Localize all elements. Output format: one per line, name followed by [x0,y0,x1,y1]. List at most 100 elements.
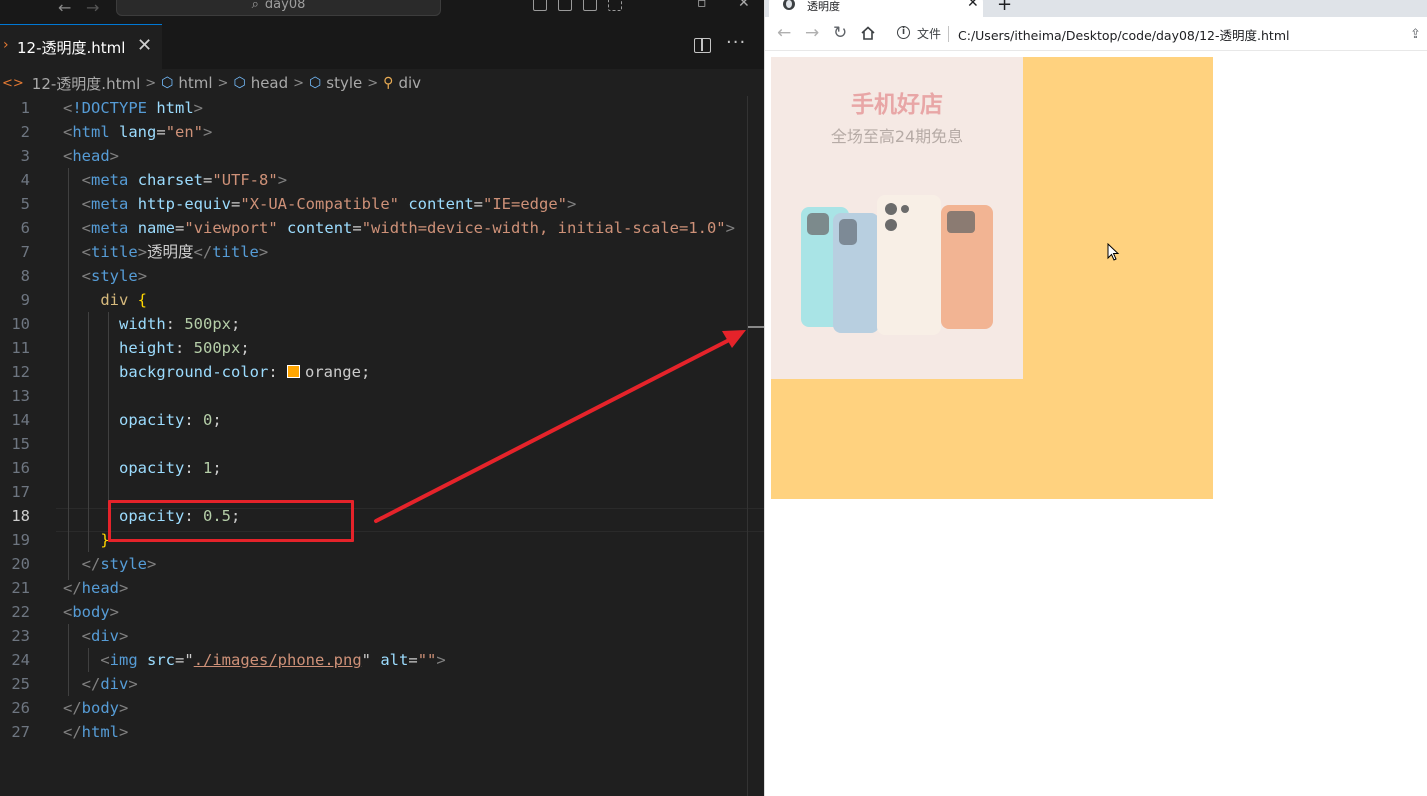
code-editor[interactable]: 1 <!DOCTYPE html> 2 <html lang="en"> 3 <hea… [0,96,764,796]
split-editor-icon[interactable] [694,38,711,53]
css-property: opacity [119,411,185,429]
more-actions-icon[interactable]: ··· [726,32,746,53]
element-icon: ⬡ [161,75,174,91]
code-line: 13 [0,384,764,408]
tab-label: 12-透明度.html [17,39,126,57]
line-number: 2 [20,123,30,141]
code-line: 21 </head> [0,576,764,600]
attr-value: "UTF-8" [212,171,278,189]
tab-12-opacity-html[interactable]: › 12-透明度.html ✕ [0,24,162,69]
element-icon: ⬡ [233,75,246,91]
html-file-icon: <> [2,75,24,91]
code-line: 8 <style> [0,264,764,288]
element-icon: ⬡ [309,75,322,91]
toggle-sidebar-icon[interactable] [533,0,547,11]
back-arrow-icon[interactable]: ← [777,23,791,43]
doctype-value: html [156,99,194,117]
globe-icon [783,0,795,10]
code-line: 2 <html lang="en"> [0,120,764,144]
line-number: 11 [11,339,30,357]
css-selector: div [100,291,129,309]
code-line: 5 <meta http-equiv="X-UA-Compatible" con… [0,192,764,216]
chevron-right-icon: > [367,75,379,91]
code-line: 26 </body> [0,696,764,720]
close-window-icon[interactable]: ✕ [738,0,750,11]
tag-name: title [212,243,259,261]
tag-name: meta [91,171,129,189]
url-text[interactable]: C:/Users/itheima/Desktop/code/day08/12-透… [958,25,1289,44]
customize-layout-icon[interactable] [608,0,622,11]
attr-value-link[interactable]: ./images/phone.png [194,651,362,669]
line-number: 18 [11,507,30,525]
close-tab-icon[interactable]: ✕ [967,0,979,11]
tag-name: title [91,243,138,261]
command-center-search[interactable]: ⌕ day08 [116,0,441,16]
line-number: 16 [11,459,30,477]
code-line: 27 </html> [0,720,764,744]
line-number: 12 [11,363,30,381]
minimap-border [747,96,748,796]
reload-icon[interactable]: ↻ [833,23,847,43]
line-number: 6 [20,219,30,237]
breadcrumb: <> 12-透明度.html > ⬡ html > ⬡ head > ⬡ sty… [0,71,764,95]
tag-name: html [81,723,119,741]
forward-arrow-icon[interactable]: → [805,23,819,43]
forward-arrow-icon[interactable]: → [86,0,99,16]
browser-toolbar: ← → ↻ i 文件 C:/Users/itheima/Desktop/code… [765,17,1427,51]
toggle-secondary-sidebar-icon[interactable] [583,0,597,11]
translucent-div: 手机好店 全场至高24期免息 [771,57,1213,499]
line-number: 7 [20,243,30,261]
browser-tab-strip: 透明度 ✕ + [765,0,1427,17]
line-number: 25 [11,675,30,693]
tag-name: body [81,699,119,717]
breadcrumb-item-div[interactable]: div [398,74,421,92]
attr-name: content [287,219,353,237]
line-number: 15 [11,435,30,453]
breadcrumb-item-head[interactable]: head [251,74,288,92]
address-bar[interactable]: i 文件 C:/Users/itheima/Desktop/code/day08… [889,20,1419,48]
line-number: 1 [20,99,30,117]
attr-name: src [147,651,176,669]
css-property: height [119,339,175,357]
attr-value: "viewport" [184,219,278,237]
attr-name: content [408,195,474,213]
browser-tab-title: 透明度 [807,0,840,13]
close-tab-icon[interactable]: ✕ [137,35,152,56]
breadcrumb-item-style[interactable]: style [326,74,362,92]
code-line: 9 div { [0,288,764,312]
line-number: 13 [11,387,30,405]
attr-name: name [137,219,176,237]
share-icon[interactable]: ⇪ [1410,27,1421,42]
line-number: 27 [11,723,30,741]
toggle-panel-icon[interactable] [558,0,572,11]
tag-name: style [91,267,138,285]
line-number: 10 [11,315,30,333]
chevron-right-icon: > [145,75,157,91]
scrollbar-thumb[interactable] [748,326,764,328]
minimize-icon[interactable]: ▫ [697,0,707,11]
code-line: 25 </div> [0,672,764,696]
home-icon[interactable] [861,26,875,40]
line-number: 22 [11,603,30,621]
tag-name: meta [91,219,129,237]
line-number: 17 [11,483,30,501]
new-tab-button[interactable]: + [997,0,1012,15]
promo-title: 手机好店 [851,92,943,118]
css-property: opacity [119,459,185,477]
line-number: 21 [11,579,30,597]
code-line: 11 height: 500px; [0,336,764,360]
line-number: 9 [20,291,30,309]
breadcrumb-item-html[interactable]: html [178,74,212,92]
code-line: 3 <head> [0,144,764,168]
color-swatch-icon[interactable] [286,365,300,378]
info-icon[interactable]: i [897,26,910,39]
promo-subtitle: 全场至高24期免息 [830,127,964,146]
code-line: 1 <!DOCTYPE html> [0,96,764,120]
line-number: 23 [11,627,30,645]
attr-name: charset [137,171,204,189]
back-arrow-icon[interactable]: ← [58,0,71,16]
code-line: 22 <body> [0,600,764,624]
breadcrumb-item-file[interactable]: 12-透明度.html [32,73,140,94]
editor-tab-bar: › 12-透明度.html ✕ ··· [0,24,764,69]
browser-tab[interactable]: 透明度 ✕ [769,0,983,17]
